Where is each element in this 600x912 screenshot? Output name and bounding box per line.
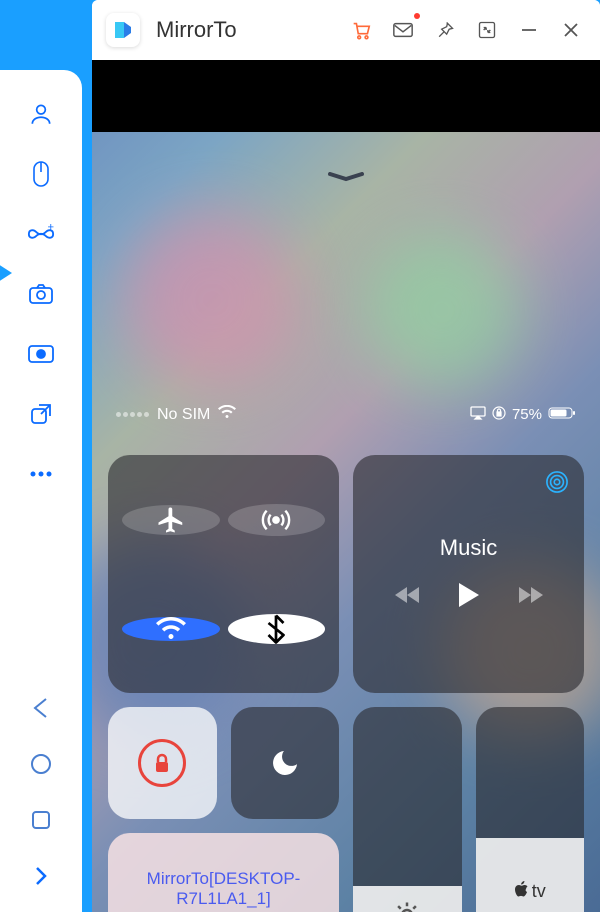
video-record-icon[interactable] [27,340,55,368]
svg-text:+: + [48,224,55,233]
screen-notch-area [92,60,600,132]
nav-buttons [27,694,55,912]
pin-button[interactable] [430,15,460,45]
volume-slider[interactable]: tv [476,707,585,912]
battery-pct: 75% [512,406,542,423]
apple-icon [514,880,530,903]
next-track-button[interactable] [517,585,543,610]
do-not-disturb-button[interactable] [231,707,340,819]
expand-icon[interactable] [27,862,55,890]
mirrorto-window: MirrorTo No SIM 75% [92,0,600,912]
brightness-slider[interactable] [353,707,462,912]
pull-handle-icon[interactable] [326,172,366,180]
signal-dots-icon [116,412,149,417]
status-bar: No SIM 75% [92,405,600,424]
popout-icon[interactable] [27,400,55,428]
notification-dot-icon [414,13,420,19]
music-label: Music [440,535,497,561]
connectivity-tile [108,455,339,693]
mirror-label: MirrorTo[DESKTOP-R7L1LA1_1] [120,869,327,909]
recents-nav-icon[interactable] [27,806,55,834]
back-nav-icon[interactable] [27,694,55,722]
gamepad-icon[interactable]: + [27,220,55,248]
mirrored-screen: No SIM 75% [92,60,600,912]
control-center: Music [92,455,600,912]
app-logo-icon [106,13,140,47]
orientation-lock-status-icon [492,406,506,424]
fullscreen-button[interactable] [472,15,502,45]
more-icon[interactable] [27,460,55,488]
mail-button[interactable] [388,15,418,45]
mouse-icon[interactable] [27,160,55,188]
screen-mirroring-tile[interactable]: MirrorTo[DESKTOP-R7L1LA1_1] [108,833,339,912]
camera-icon[interactable] [27,280,55,308]
airplane-mode-button[interactable] [122,505,220,535]
home-nav-icon[interactable] [27,750,55,778]
sim-status: No SIM [157,406,210,424]
airplay-icon[interactable] [546,471,568,498]
wifi-icon [218,405,236,424]
battery-icon [548,406,576,424]
profile-icon[interactable] [27,100,55,128]
prev-track-button[interactable] [395,585,421,610]
close-button[interactable] [556,15,586,45]
minimize-button[interactable] [514,15,544,45]
orientation-lock-button[interactable] [108,707,217,819]
bluetooth-button[interactable] [228,614,326,644]
volume-label: tv [532,881,546,902]
cellular-button[interactable] [228,504,326,536]
titlebar: MirrorTo [92,0,600,60]
airplay-status-icon [470,406,486,424]
active-indicator [0,264,12,282]
cart-button[interactable] [346,15,376,45]
music-tile[interactable]: Music [353,455,584,693]
play-button[interactable] [457,581,481,614]
brightness-icon [392,900,422,912]
app-sidebar: + [0,70,82,912]
wifi-button[interactable] [122,617,220,641]
app-title: MirrorTo [156,17,334,43]
